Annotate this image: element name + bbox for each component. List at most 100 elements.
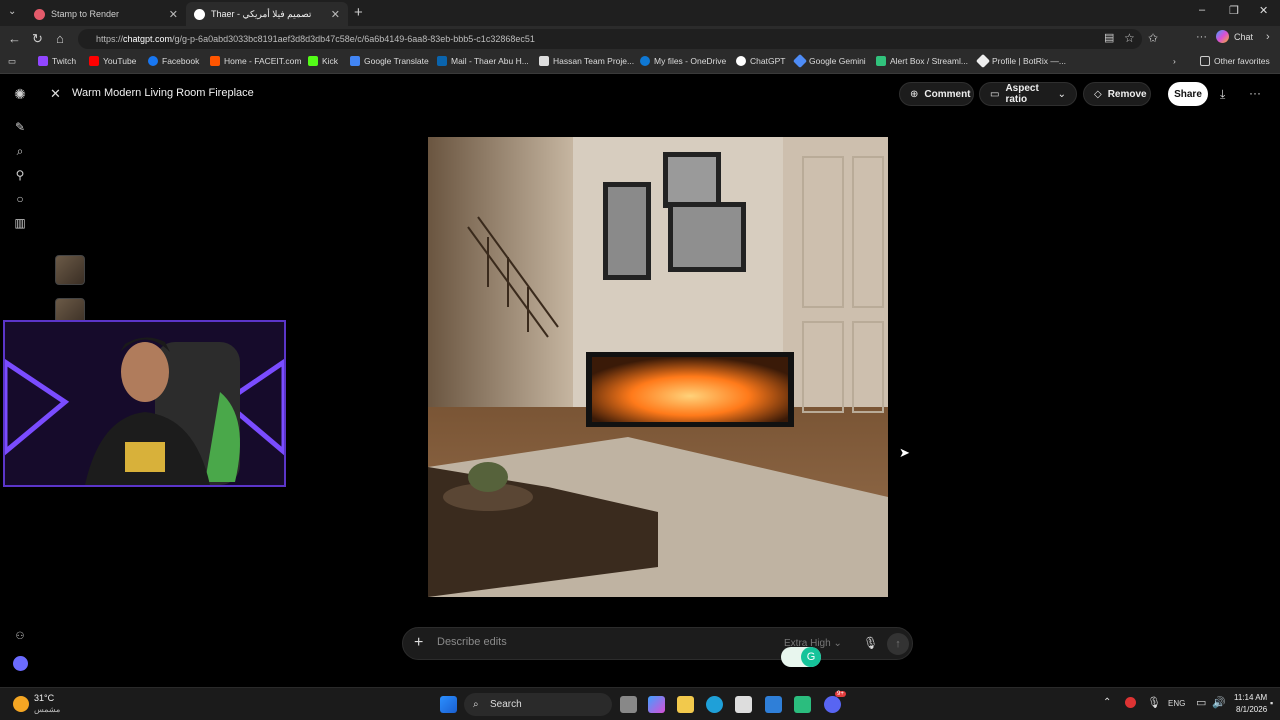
taskbar-search-box[interactable]: ⌕ Search xyxy=(464,693,612,716)
bookmark-facebook[interactable]: Facebook xyxy=(148,56,199,66)
bookmark-label: Kick xyxy=(322,56,339,66)
edge-browser-icon[interactable] xyxy=(706,696,723,713)
microphone-icon[interactable]: 🎙 xyxy=(863,636,878,650)
url-prefix: https:// xyxy=(96,34,124,44)
bookmark-youtube[interactable]: YouTube xyxy=(89,56,136,66)
describe-edits-input[interactable] xyxy=(437,636,757,648)
share-label: Share xyxy=(1174,88,1202,100)
file-explorer-icon[interactable] xyxy=(677,696,694,713)
more-options-icon[interactable]: ··· xyxy=(1249,86,1261,100)
image-thumbnail[interactable] xyxy=(55,255,85,285)
reader-view-icon[interactable]: ▤ xyxy=(1104,31,1114,44)
tab-close-icon[interactable]: ✕ xyxy=(331,8,340,21)
bookmark-label: My files - OneDrive xyxy=(654,56,727,66)
network-icon[interactable]: ▭ xyxy=(1196,696,1206,709)
aspect-ratio-button[interactable]: ▭ Aspect ratio ⌄ xyxy=(979,82,1077,106)
minimize-icon[interactable]: – xyxy=(1199,4,1205,16)
new-chat-icon[interactable]: ✎ xyxy=(13,120,27,134)
microphone-tray-icon[interactable]: 🎙 xyxy=(1147,696,1161,709)
favorite-star-icon[interactable]: ☆ xyxy=(1124,31,1135,45)
tab-favicon-icon xyxy=(34,8,45,20)
add-attachment-plus-icon[interactable]: + xyxy=(414,634,423,652)
url-field[interactable]: https://chatgpt.com/g/g-p-6a0abd3033bc81… xyxy=(78,29,1142,49)
chevron-down-icon: ⌄ xyxy=(1057,88,1066,100)
notifications-icon[interactable]: ▪ xyxy=(1270,698,1273,708)
clock-time[interactable]: 11:14 AM xyxy=(1234,693,1267,702)
aspect-ratio-icon: ▭ xyxy=(990,88,1000,100)
search-icon[interactable]: ⌕ xyxy=(13,144,27,158)
folder-icon xyxy=(1200,56,1210,66)
other-favorites[interactable]: Other favorites xyxy=(1200,56,1270,66)
bookmark-faceit[interactable]: Home - FACEIT.com xyxy=(210,56,301,66)
weather-temperature[interactable]: 31°C xyxy=(34,693,54,703)
task-view-icon[interactable] xyxy=(620,696,637,713)
chevron-right-icon[interactable]: › xyxy=(1266,31,1270,43)
bookmark-google-translate[interactable]: Google Translate xyxy=(350,56,429,66)
download-icon[interactable]: ⤓ xyxy=(1220,87,1225,102)
bookmark-twitch[interactable]: Twitch xyxy=(38,56,76,66)
discord-icon[interactable] xyxy=(824,696,841,713)
youtube-icon xyxy=(89,56,99,66)
back-arrow-icon[interactable]: ← xyxy=(8,31,21,46)
bookmark-label: YouTube xyxy=(103,56,137,66)
add-people-icon[interactable]: ⚇ xyxy=(13,631,27,645)
weather-sun-icon[interactable] xyxy=(13,696,29,712)
new-tab-plus-icon[interactable]: + xyxy=(354,4,363,21)
tab-close-icon[interactable]: ✕ xyxy=(169,8,178,21)
windows-start-icon[interactable] xyxy=(440,696,457,713)
library-icon[interactable]: ▥ xyxy=(13,216,27,230)
close-icon[interactable]: ✕ xyxy=(50,86,61,102)
remove-button[interactable]: ◇ Remove xyxy=(1083,82,1151,106)
microsoft-store-icon[interactable] xyxy=(735,696,752,713)
tab-stamp-to-render[interactable]: Stamp to Render ✕ xyxy=(26,2,186,26)
mail-app-icon[interactable] xyxy=(765,696,782,713)
twitch-icon xyxy=(38,56,48,66)
copilot-chat-button[interactable]: Chat xyxy=(1216,30,1253,43)
tab-list-chevron-icon[interactable]: ⌄ xyxy=(8,6,16,17)
bookmark-chatgpt[interactable]: ChatGPT xyxy=(736,56,785,66)
restore-icon[interactable]: ❐ xyxy=(1229,4,1239,17)
tab-title: Stamp to Render xyxy=(51,9,120,19)
bookmark-botrix[interactable]: Profile | BotRix —... xyxy=(975,53,1066,69)
google-translate-icon xyxy=(350,56,360,66)
bookmark-label: Home - FACEIT.com xyxy=(224,56,302,66)
system-tray-chevron-icon[interactable]: ⌃ xyxy=(1103,697,1111,708)
bookmarks-sidebar-icon[interactable]: ▭ xyxy=(8,56,16,67)
reload-icon[interactable]: ↻ xyxy=(32,31,43,47)
edit-prompt-bar: + Extra High ⌄ 🎙 ↑ xyxy=(402,627,913,660)
url-domain: chatgpt.com xyxy=(123,34,173,44)
generated-image[interactable] xyxy=(428,137,888,597)
bookmark-label: ChatGPT xyxy=(750,56,786,66)
home-icon[interactable]: ⌂ xyxy=(56,31,64,46)
more-menu-icon[interactable]: ··· xyxy=(1196,31,1207,43)
tray-app-icon[interactable] xyxy=(1125,697,1136,708)
remove-label: Remove xyxy=(1107,88,1147,100)
comment-button[interactable]: ⊕ Comment xyxy=(899,82,974,106)
clock-date[interactable]: 8/1/2026 xyxy=(1236,705,1267,714)
faceit-icon xyxy=(210,56,220,66)
pin-icon[interactable]: ⚲ xyxy=(13,168,27,182)
bookmark-mail[interactable]: Mail - Thaer Abu H... xyxy=(437,56,529,66)
chat-bubble-icon[interactable]: ○ xyxy=(13,192,27,206)
volume-icon[interactable]: 🔊 xyxy=(1212,696,1226,709)
send-arrow-icon[interactable]: ↑ xyxy=(887,633,909,655)
upgrade-gem-icon[interactable] xyxy=(13,656,28,671)
bookmark-onedrive[interactable]: My files - OneDrive xyxy=(640,56,726,66)
bookmark-label: Google Translate xyxy=(364,56,429,66)
share-button[interactable]: Share xyxy=(1168,82,1208,106)
bookmark-alert-box[interactable]: Alert Box / Streaml... xyxy=(876,56,968,66)
copilot-icon xyxy=(1216,30,1229,43)
kick-icon xyxy=(308,56,318,66)
bookmark-hassan-team[interactable]: Hassan Team Proje... xyxy=(539,56,634,66)
bookmarks-overflow-chevron-icon[interactable]: › xyxy=(1173,56,1176,66)
openai-logo-icon[interactable]: ✺ xyxy=(13,86,27,102)
tab-thaer[interactable]: Thaer - تصميم فيلا أمريكي ✕ xyxy=(186,2,348,26)
language-indicator[interactable]: ENG xyxy=(1168,699,1185,708)
close-window-icon[interactable]: ✕ xyxy=(1259,4,1268,17)
copilot-app-icon[interactable] xyxy=(648,696,665,713)
grammarly-icon[interactable]: G xyxy=(801,647,821,667)
bookmark-gemini[interactable]: Google Gemini xyxy=(792,53,866,69)
app-icon[interactable] xyxy=(794,696,811,713)
bookmark-kick[interactable]: Kick xyxy=(308,56,338,66)
favorites-icon[interactable]: ✩ xyxy=(1148,31,1158,45)
